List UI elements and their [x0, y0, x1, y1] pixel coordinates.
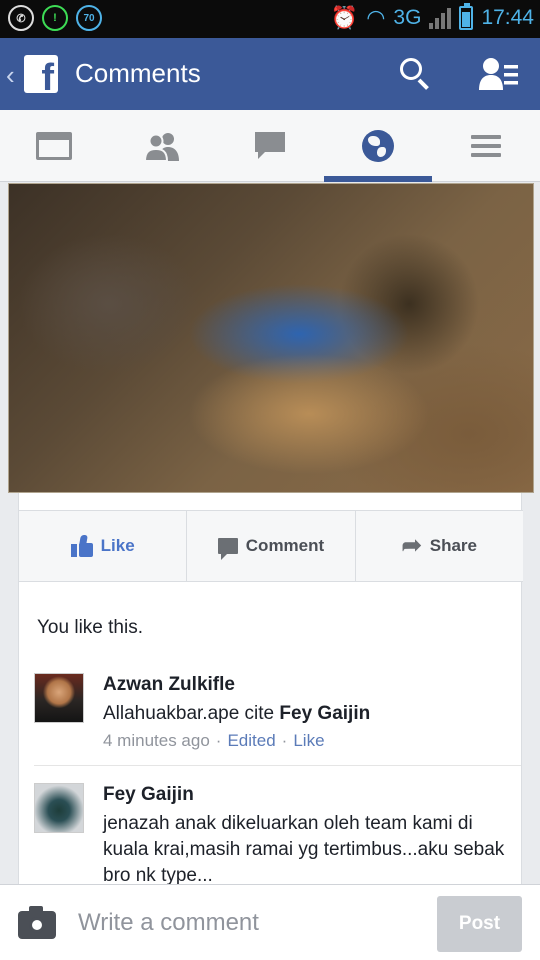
whatsapp-icon: ✆ — [8, 5, 34, 31]
tab-messages[interactable] — [216, 110, 324, 181]
post-photo[interactable] — [8, 183, 534, 493]
comment-text: Allahuakbar.ape cite Fey Gaijin — [103, 703, 371, 724]
action-bar: Like Comment ➦ Share — [19, 510, 523, 582]
tab-menu[interactable] — [432, 110, 540, 181]
comment-meta: 4 minutes ago · Edited · Like — [103, 731, 325, 750]
wifi-icon: ◠ — [366, 5, 386, 30]
tab-notifications[interactable] — [324, 110, 432, 182]
comment-time[interactable]: 4 minutes ago — [103, 731, 210, 750]
post-card: Like Comment ➦ Share You like this. Azwa… — [18, 493, 523, 893]
comment-divider — [34, 765, 521, 766]
share-arrow-icon: ➦ — [401, 532, 422, 559]
notifications-globe-icon — [362, 129, 394, 162]
like-button[interactable]: Like — [19, 511, 188, 581]
comment-bubble-icon — [217, 538, 238, 560]
camera-icon[interactable] — [18, 906, 56, 939]
messages-icon — [255, 131, 285, 159]
friends-icon — [143, 132, 179, 161]
back-icon[interactable]: ‹ — [6, 60, 15, 91]
post-button[interactable]: Post — [437, 896, 522, 952]
thumbs-up-icon — [70, 535, 93, 557]
share-button[interactable]: ➦ Share — [356, 511, 523, 581]
comment-composer: Post — [0, 884, 540, 960]
news-feed-icon — [36, 131, 72, 160]
count-badge-icon: 70 — [76, 5, 102, 31]
avatar[interactable] — [34, 673, 84, 723]
menu-icon — [471, 134, 501, 157]
comment-author[interactable]: Azwan Zulkifle — [103, 673, 514, 697]
tab-bar — [0, 110, 540, 182]
network-type: 3G — [393, 6, 422, 29]
comment-input[interactable] — [78, 903, 418, 943]
comment-button[interactable]: Comment — [187, 511, 356, 581]
comment-item: Fey Gaijin jenazah anak dikeluarkan oleh… — [34, 783, 514, 893]
tab-news-feed[interactable] — [0, 110, 108, 181]
comment-like-link[interactable]: Like — [293, 731, 324, 750]
search-icon[interactable] — [398, 56, 434, 92]
comment-author[interactable]: Fey Gaijin — [103, 783, 514, 807]
comment-item: Azwan Zulkifle Allahuakbar.ape cite Fey … — [34, 673, 514, 763]
like-label: Like — [100, 536, 135, 555]
app-header: ‹ f Comments — [0, 38, 540, 110]
notification-icon: ! — [42, 5, 68, 31]
signal-icon — [429, 7, 452, 29]
friend-requests-icon[interactable] — [478, 56, 520, 92]
clock: 17:44 — [481, 6, 534, 29]
battery-icon — [459, 3, 474, 30]
likes-summary[interactable]: You like this. — [37, 617, 143, 639]
page-title: Comments — [75, 58, 201, 88]
tab-friends[interactable] — [108, 110, 216, 181]
comment-text: jenazah anak dikeluarkan oleh team kami … — [103, 813, 505, 886]
alarm-icon: ⏰ — [330, 5, 359, 30]
avatar[interactable] — [34, 783, 84, 833]
share-label: Share — [429, 536, 477, 555]
edited-link[interactable]: Edited — [227, 731, 275, 750]
comment-label: Comment — [245, 536, 325, 555]
status-bar: ✆ ! 70 ⏰ ◠ 3G 17:44 — [0, 0, 540, 38]
mention-link[interactable]: Fey Gaijin — [279, 703, 370, 724]
facebook-logo-icon[interactable]: f — [24, 55, 58, 97]
